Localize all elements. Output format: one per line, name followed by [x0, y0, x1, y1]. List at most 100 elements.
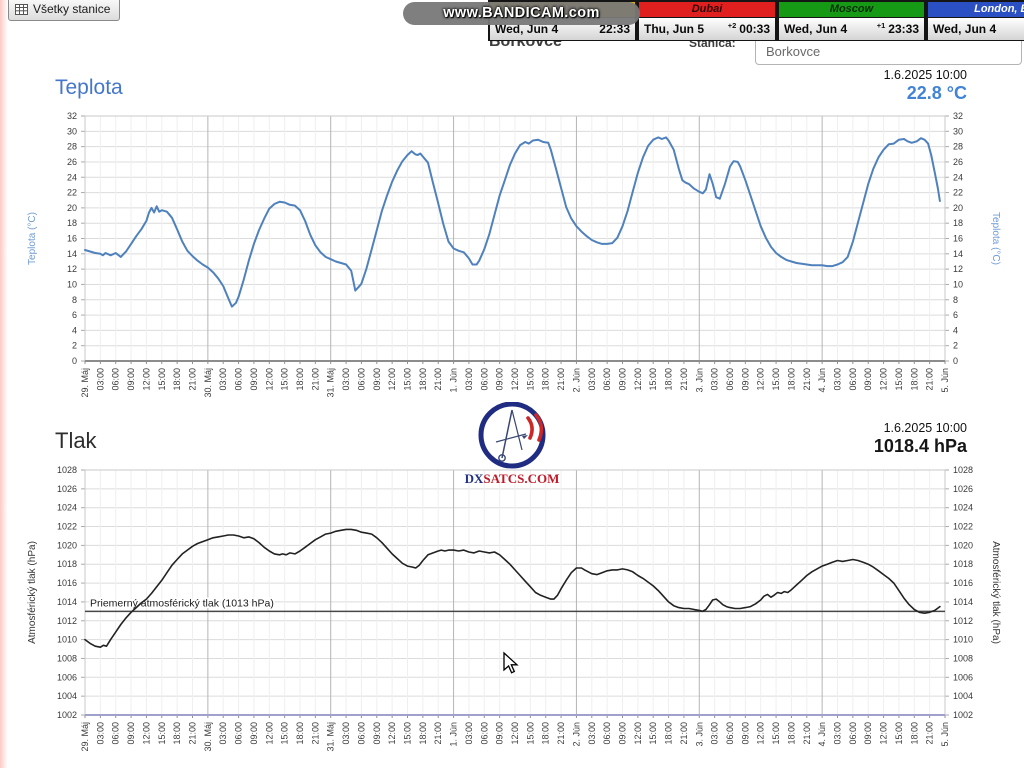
svg-text:1022: 1022 — [953, 522, 973, 532]
svg-text:06:00: 06:00 — [602, 368, 612, 391]
all-stations-label: Všetky stanice — [33, 2, 110, 16]
svg-text:1014: 1014 — [953, 597, 973, 607]
svg-text:6: 6 — [953, 310, 958, 320]
svg-text:1026: 1026 — [57, 484, 77, 494]
svg-text:18:00: 18:00 — [909, 368, 919, 391]
svg-text:DXSATCS.COM: DXSATCS.COM — [465, 471, 560, 486]
svg-text:Atmosférický tlak (hPa): Atmosférický tlak (hPa) — [990, 541, 1001, 644]
svg-text:12:00: 12:00 — [264, 722, 274, 745]
svg-text:03:00: 03:00 — [464, 722, 474, 745]
svg-text:1008: 1008 — [57, 653, 77, 663]
svg-text:12:00: 12:00 — [141, 722, 151, 745]
svg-text:03:00: 03:00 — [587, 368, 597, 391]
svg-text:09:00: 09:00 — [126, 368, 136, 391]
svg-text:4. Jún: 4. Jún — [817, 368, 827, 393]
svg-text:1016: 1016 — [953, 578, 973, 588]
svg-text:18: 18 — [67, 218, 77, 228]
svg-text:1004: 1004 — [57, 691, 77, 701]
svg-text:18:00: 18:00 — [786, 722, 796, 745]
svg-text:03:00: 03:00 — [95, 722, 105, 745]
logo-text-dx: DX — [465, 471, 484, 486]
svg-text:21:00: 21:00 — [556, 722, 566, 745]
svg-text:03:00: 03:00 — [218, 722, 228, 745]
svg-text:5. Jún: 5. Jún — [940, 722, 950, 747]
svg-text:12:00: 12:00 — [756, 722, 766, 745]
svg-text:21:00: 21:00 — [310, 368, 320, 391]
svg-text:15:00: 15:00 — [771, 722, 781, 745]
svg-text:1014: 1014 — [57, 597, 77, 607]
svg-text:21:00: 21:00 — [679, 722, 689, 745]
svg-text:18:00: 18:00 — [418, 722, 428, 745]
svg-text:24: 24 — [953, 172, 963, 182]
svg-text:3. Jún: 3. Jún — [694, 368, 704, 393]
world-clock-date: Wed, Jun 4 — [933, 22, 996, 36]
svg-text:18:00: 18:00 — [664, 368, 674, 391]
svg-text:18:00: 18:00 — [295, 368, 305, 391]
svg-text:09:00: 09:00 — [740, 368, 750, 391]
svg-text:03:00: 03:00 — [710, 368, 720, 391]
svg-text:3. Jún: 3. Jún — [694, 722, 704, 747]
svg-text:15:00: 15:00 — [157, 722, 167, 745]
world-clock-moscow: Moscow Wed, Jun 4 +1 23:33 — [777, 0, 926, 41]
svg-text:18:00: 18:00 — [172, 368, 182, 391]
svg-text:15:00: 15:00 — [894, 722, 904, 745]
svg-text:0: 0 — [953, 356, 958, 366]
svg-text:29. Máj: 29. Máj — [80, 368, 90, 398]
world-clock-date: Thu, Jun 5 — [644, 22, 704, 36]
svg-text:1010: 1010 — [953, 635, 973, 645]
svg-text:1004: 1004 — [953, 691, 973, 701]
svg-text:12:00: 12:00 — [756, 368, 766, 391]
svg-text:12:00: 12:00 — [264, 368, 274, 391]
svg-text:03:00: 03:00 — [464, 368, 474, 391]
svg-text:18: 18 — [953, 218, 963, 228]
temperature-current-value: 22.8 °C — [907, 83, 967, 104]
svg-text:03:00: 03:00 — [833, 368, 843, 391]
svg-text:06:00: 06:00 — [356, 722, 366, 745]
svg-text:06:00: 06:00 — [848, 722, 858, 745]
svg-text:10: 10 — [67, 279, 77, 289]
world-clock-time: 23:33 — [888, 22, 919, 36]
world-clock-city: Dubai — [639, 2, 775, 18]
bandicam-watermark: www.BANDICAM.com — [403, 2, 640, 25]
pressure-timestamp: 1.6.2025 10:00 — [884, 421, 967, 435]
svg-text:2: 2 — [953, 341, 958, 351]
svg-text:30. Máj: 30. Máj — [203, 368, 213, 398]
world-clock-offset: +2 — [704, 21, 739, 30]
svg-text:06:00: 06:00 — [111, 722, 121, 745]
svg-text:30: 30 — [953, 126, 963, 136]
svg-text:18:00: 18:00 — [786, 368, 796, 391]
svg-text:15:00: 15:00 — [403, 368, 413, 391]
svg-text:2. Jún: 2. Jún — [571, 722, 581, 747]
svg-text:1012: 1012 — [953, 616, 973, 626]
svg-text:26: 26 — [953, 157, 963, 167]
svg-text:12:00: 12:00 — [633, 722, 643, 745]
svg-text:15:00: 15:00 — [771, 368, 781, 391]
svg-text:1028: 1028 — [57, 465, 77, 475]
dxsatcs-logo-watermark: DXSATCS.COM — [452, 402, 572, 493]
svg-text:26: 26 — [67, 157, 77, 167]
svg-text:03:00: 03:00 — [95, 368, 105, 391]
svg-text:03:00: 03:00 — [833, 722, 843, 745]
svg-text:12: 12 — [953, 264, 963, 274]
svg-text:Teplota (°C): Teplota (°C) — [990, 212, 1001, 265]
svg-text:32: 32 — [67, 111, 77, 121]
svg-text:15:00: 15:00 — [894, 368, 904, 391]
svg-text:21:00: 21:00 — [556, 368, 566, 391]
all-stations-button[interactable]: Všetky stanice — [8, 0, 120, 21]
svg-text:1012: 1012 — [57, 616, 77, 626]
svg-text:09:00: 09:00 — [495, 722, 505, 745]
svg-text:29. Máj: 29. Máj — [80, 722, 90, 752]
svg-text:15:00: 15:00 — [280, 722, 290, 745]
svg-text:24: 24 — [67, 172, 77, 182]
svg-text:18:00: 18:00 — [909, 722, 919, 745]
svg-text:8: 8 — [953, 295, 958, 305]
svg-text:1024: 1024 — [57, 503, 77, 513]
svg-text:30. Máj: 30. Máj — [203, 722, 213, 752]
svg-text:16: 16 — [67, 234, 77, 244]
svg-text:10: 10 — [953, 279, 963, 289]
svg-text:21:00: 21:00 — [188, 368, 198, 391]
svg-text:06:00: 06:00 — [234, 722, 244, 745]
svg-text:06:00: 06:00 — [725, 722, 735, 745]
svg-text:18:00: 18:00 — [295, 722, 305, 745]
svg-text:22: 22 — [67, 188, 77, 198]
